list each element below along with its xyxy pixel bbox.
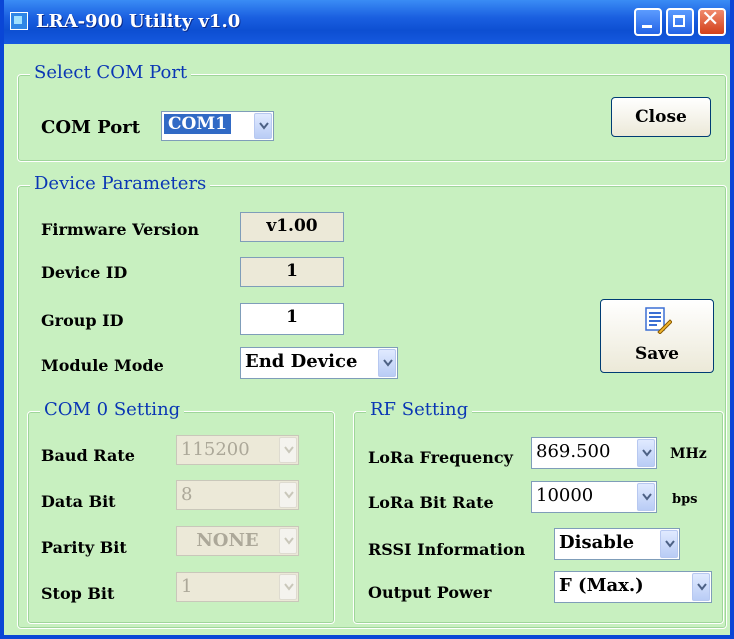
maximize-icon: [673, 15, 685, 27]
module-mode-label: Module Mode: [41, 356, 164, 375]
save-button[interactable]: Save: [600, 299, 714, 373]
minimize-icon: [642, 25, 652, 28]
save-document-icon: [645, 307, 672, 334]
firmware-version-label: Firmware Version: [41, 220, 200, 239]
com-port-label: COM Port: [41, 117, 141, 138]
output-power-select[interactable]: F (Max.): [554, 571, 712, 603]
group-legend: RF Setting: [366, 399, 473, 420]
module-mode-value: End Device: [245, 351, 358, 372]
output-power-value: F (Max.): [559, 575, 644, 596]
lora-frequency-label: LoRa Frequency: [368, 448, 513, 467]
dropdown-arrow-icon[interactable]: [378, 349, 396, 377]
device-id-value: 1: [240, 257, 344, 287]
output-power-label: Output Power: [368, 583, 492, 602]
data-bit-select[interactable]: 8: [176, 480, 299, 510]
bit-rate-unit: bps: [672, 492, 698, 507]
dropdown-arrow-icon[interactable]: [637, 483, 655, 511]
group-id-label: Group ID: [41, 311, 124, 330]
lora-bit-rate-value: 10000: [536, 485, 594, 506]
dropdown-arrow-icon[interactable]: [637, 439, 655, 467]
dropdown-arrow-icon[interactable]: [254, 113, 272, 139]
data-bit-value: 8: [181, 484, 193, 505]
maximize-button[interactable]: [666, 8, 694, 36]
title-bar[interactable]: LRA-900 Utility v1.0 ✕: [4, 0, 730, 44]
dropdown-arrow-icon[interactable]: [660, 530, 678, 558]
group-legend: Select COM Port: [30, 62, 192, 83]
stop-bit-select[interactable]: 1: [176, 572, 299, 602]
parity-bit-label: Parity Bit: [41, 538, 127, 557]
com-port-select[interactable]: COM1: [161, 111, 274, 141]
rssi-information-select[interactable]: Disable: [554, 528, 680, 560]
dropdown-arrow-icon[interactable]: [279, 482, 297, 508]
com-port-value: COM1: [164, 114, 231, 134]
frequency-unit: MHz: [670, 446, 707, 462]
dropdown-arrow-icon[interactable]: [279, 528, 297, 554]
group-legend: COM 0 Setting: [40, 399, 185, 420]
device-id-label: Device ID: [41, 263, 128, 282]
minimize-button[interactable]: [634, 8, 662, 36]
app-window: LRA-900 Utility v1.0 ✕ Select COM Port C…: [0, 0, 734, 639]
lora-bit-rate-label: LoRa Bit Rate: [368, 493, 494, 512]
lora-frequency-value: 869.500: [536, 441, 611, 462]
parity-bit-value: NONE: [196, 530, 259, 551]
lora-bit-rate-select[interactable]: 10000: [531, 481, 657, 513]
app-icon: [10, 12, 28, 30]
module-mode-select[interactable]: End Device: [240, 347, 398, 379]
dropdown-arrow-icon[interactable]: [692, 573, 710, 601]
dropdown-arrow-icon[interactable]: [279, 437, 297, 463]
dropdown-arrow-icon[interactable]: [279, 574, 297, 600]
group-legend: Device Parameters: [30, 173, 211, 194]
rssi-information-value: Disable: [559, 532, 635, 553]
window-close-button[interactable]: ✕: [698, 7, 726, 36]
baud-rate-label: Baud Rate: [41, 446, 135, 465]
window-title: LRA-900 Utility v1.0: [36, 11, 241, 32]
close-button[interactable]: Close: [611, 97, 711, 137]
rssi-information-label: RSSI Information: [368, 540, 526, 559]
group-id-input[interactable]: 1: [240, 303, 344, 335]
data-bit-label: Data Bit: [41, 492, 116, 511]
baud-rate-select[interactable]: 115200: [176, 435, 299, 465]
stop-bit-label: Stop Bit: [41, 584, 115, 603]
parity-bit-select[interactable]: NONE: [176, 526, 299, 556]
baud-rate-value: 115200: [181, 439, 250, 460]
close-icon: ✕: [701, 7, 720, 32]
firmware-version-value: v1.00: [240, 212, 344, 242]
stop-bit-value: 1: [181, 576, 193, 597]
save-label: Save: [635, 344, 679, 364]
lora-frequency-select[interactable]: 869.500: [531, 437, 657, 469]
